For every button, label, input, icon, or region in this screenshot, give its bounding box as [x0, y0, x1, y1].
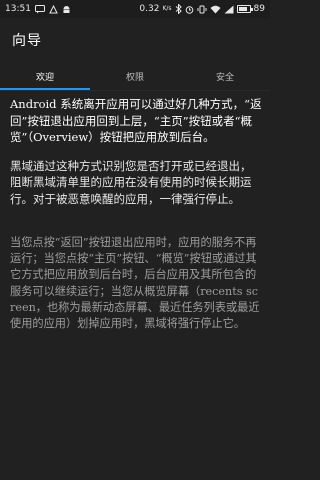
signal-icon [224, 4, 234, 14]
status-right: 0.32 K/s 89 [139, 4, 265, 14]
tab-welcome-label: 欢迎 [35, 72, 54, 83]
battery-icon [236, 5, 253, 13]
tab-welcome[interactable]: 欢迎 [0, 62, 90, 90]
vibrate-icon [197, 4, 207, 14]
app-notification-icon [49, 4, 58, 14]
tab-divider [0, 90, 270, 91]
tab-permissions-label: 权限 [125, 72, 144, 83]
detection-paragraph: 黑域通过这种方式识别您是否打开或已经退出，阻断黑域清单里的应用在没有使用的时候长… [10, 158, 252, 206]
page-title: 向导 [12, 33, 42, 49]
status-time: 13:51 [5, 4, 31, 14]
message-icon [34, 4, 45, 14]
tab-security[interactable]: 安全 [180, 62, 270, 90]
net-speed-unit: K/s [162, 5, 172, 12]
battery-percent: 89 [253, 4, 265, 14]
wifi-icon [210, 4, 221, 14]
bluetooth-icon [175, 4, 182, 14]
status-left: 13:51 [5, 4, 71, 14]
behavior-paragraph: 当您点按“返回”按钮退出应用时，应用的服务不再运行；当您点按“主页”按钮、“概览… [10, 236, 260, 331]
battery-fill [238, 7, 248, 11]
tab-security-label: 安全 [215, 72, 234, 83]
tab-permissions[interactable]: 权限 [90, 62, 180, 90]
alarm-icon [185, 4, 194, 14]
status-bar: 13:51 0.32 K/s 89 [0, 0, 270, 18]
android-icon [62, 4, 71, 14]
net-speed: 0.32 [139, 4, 160, 14]
app-bar: 向导 [0, 18, 270, 62]
intro-paragraph: Android 系统离开应用可以通过好几种方式，“返回”按钮退出应用回到上层，“… [10, 97, 262, 144]
welcome-content: Android 系统离开应用可以通过好几种方式，“返回”按钮退出应用回到上层，“… [10, 96, 262, 345]
screen: 13:51 0.32 K/s 89 向导 欢迎 权限 安全 Android 系统… [0, 0, 270, 480]
tab-bar: 欢迎 权限 安全 [0, 62, 270, 90]
